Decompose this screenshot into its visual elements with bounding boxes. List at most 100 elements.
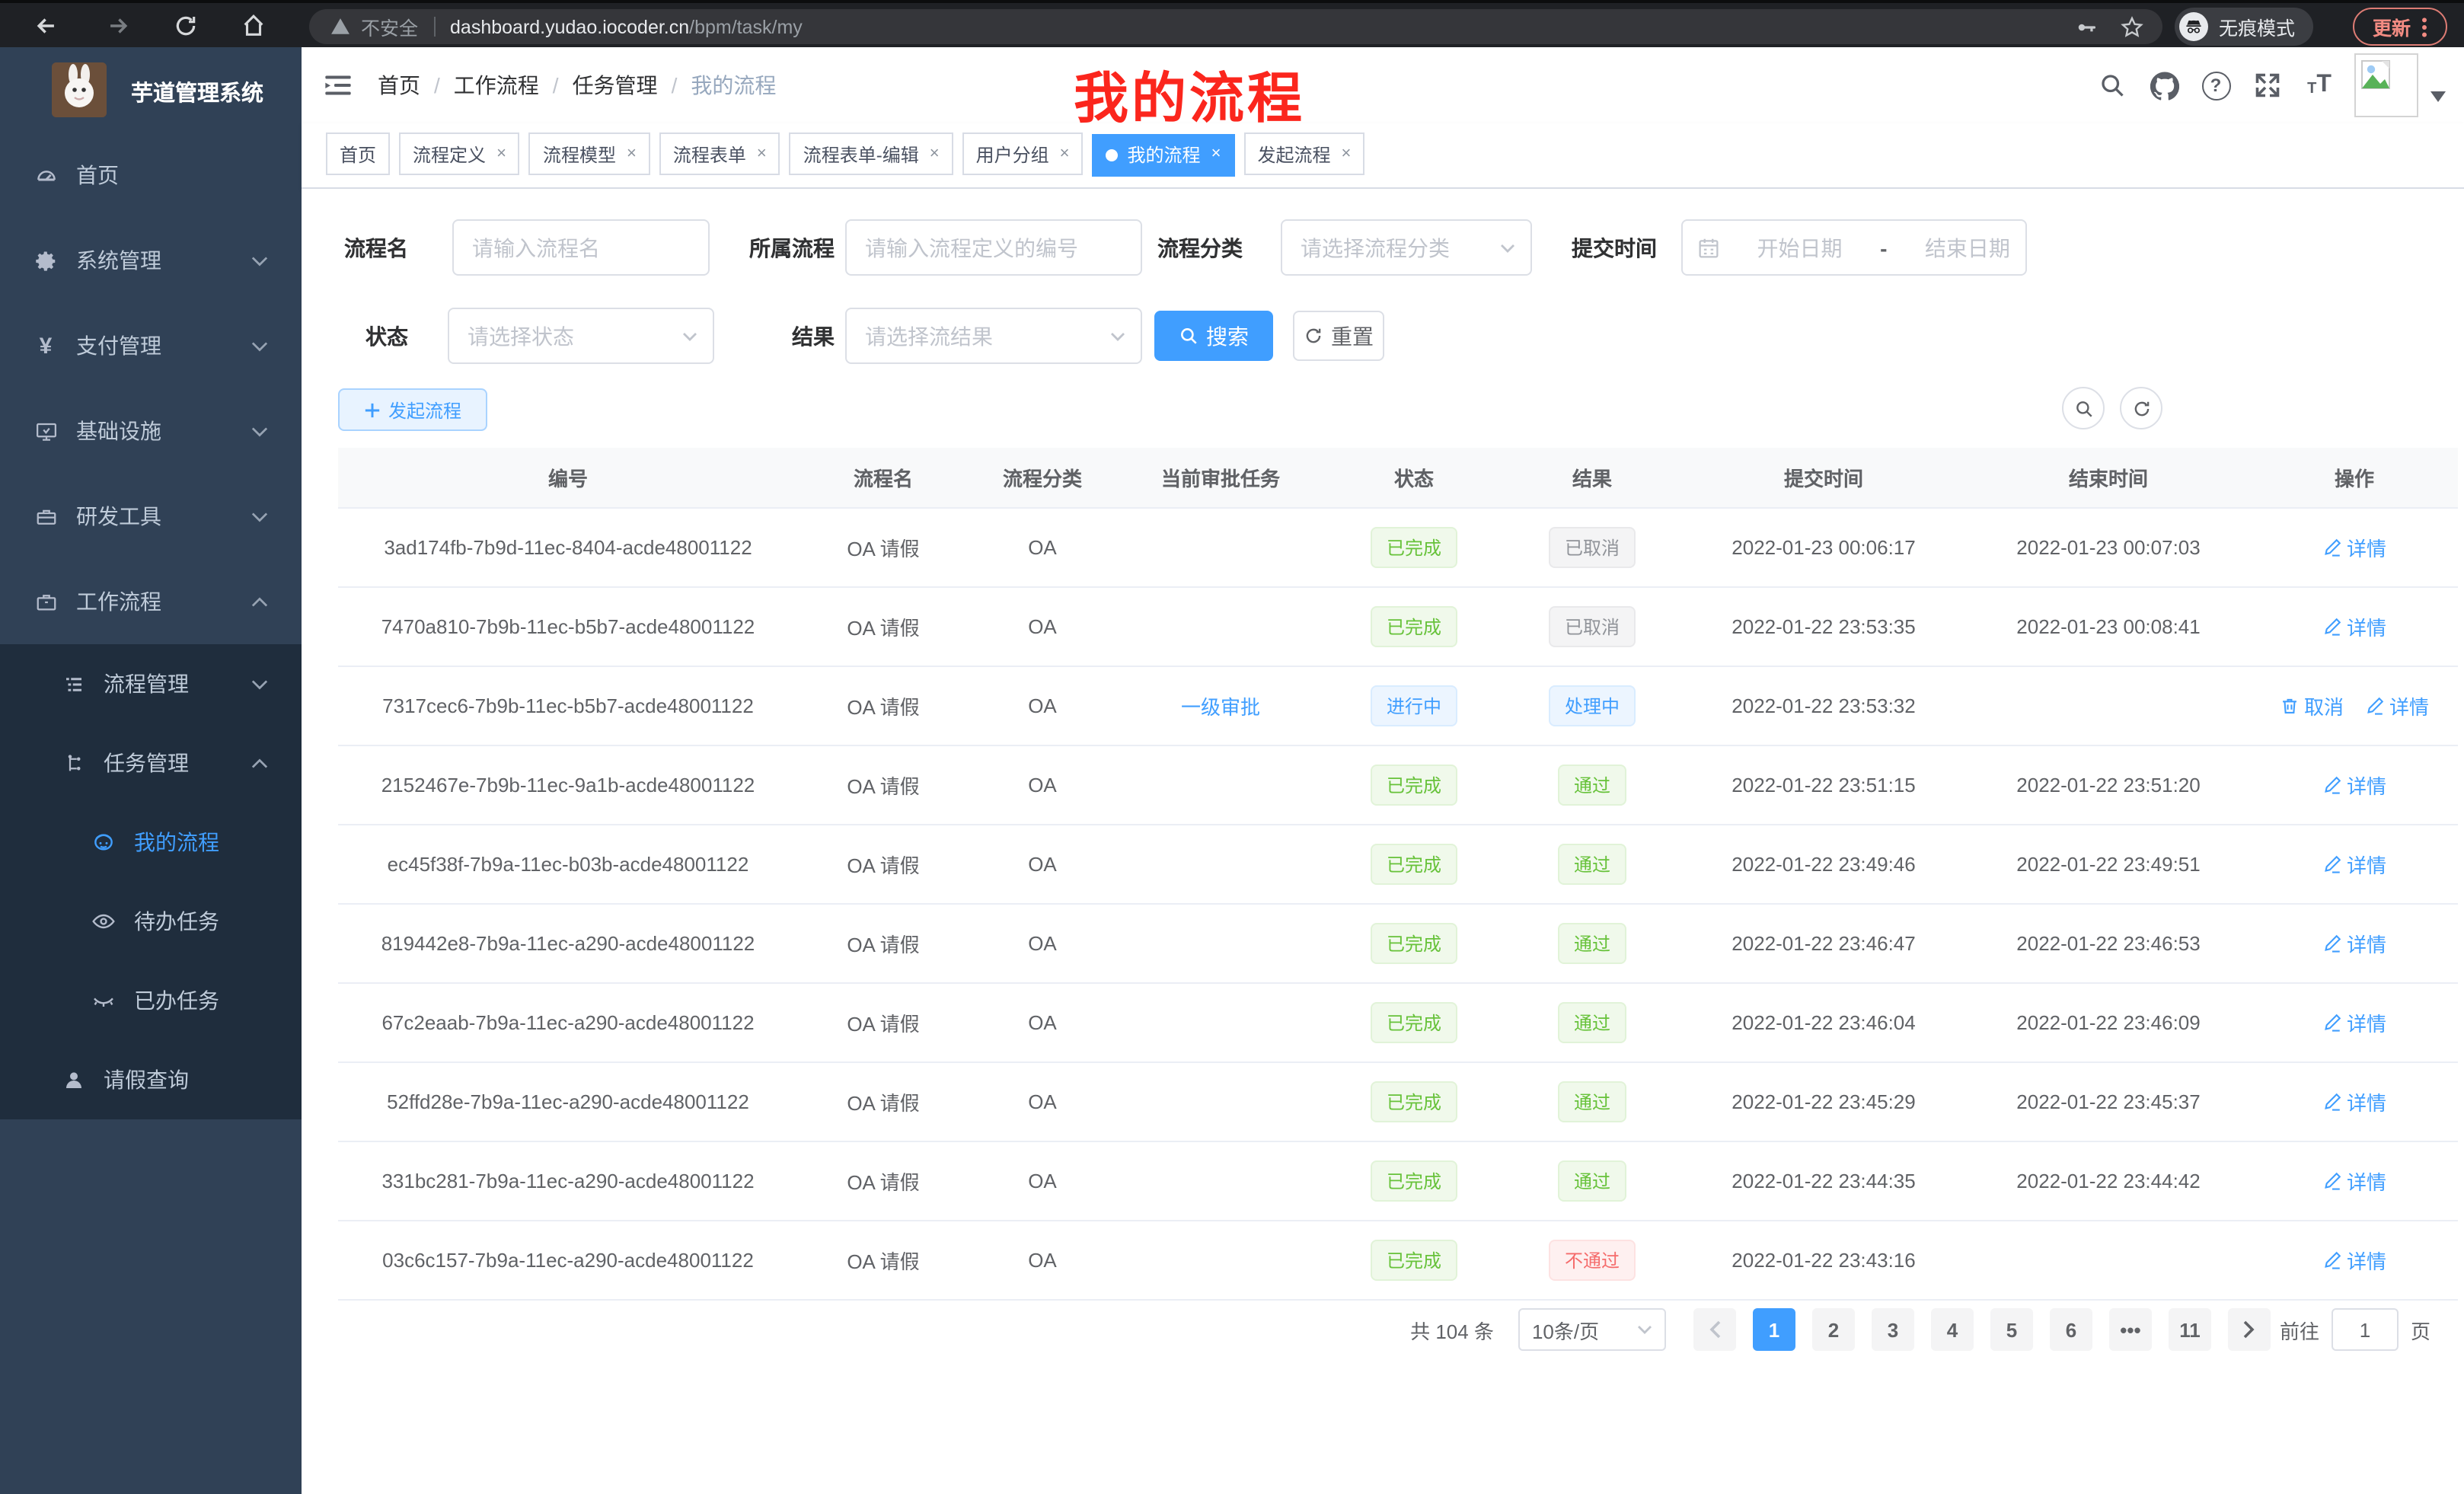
sidebar-item-3[interactable]: 基础设施 <box>0 388 302 474</box>
tab-0[interactable]: 首页 <box>326 132 390 175</box>
status-select[interactable]: 请选择状态 <box>448 308 714 364</box>
sidebar-item-6[interactable]: 流程管理 <box>0 644 302 723</box>
table-search-toggle-icon[interactable] <box>2062 387 2105 429</box>
page-button-6[interactable]: 6 <box>2050 1308 2092 1351</box>
create-process-button[interactable]: 发起流程 <box>338 388 487 431</box>
close-icon[interactable]: × <box>1211 146 1221 163</box>
browser-forward-icon[interactable] <box>105 12 131 38</box>
status-badge: 已完成 <box>1371 844 1457 885</box>
search-button[interactable]: 搜索 <box>1154 311 1273 361</box>
browser-menu-dots-icon[interactable] <box>2421 16 2427 37</box>
browser-update-button[interactable]: 更新 <box>2353 8 2447 46</box>
next-page-button[interactable] <box>2228 1308 2271 1351</box>
app-logo-row[interactable]: 芋道管理系统 <box>0 62 302 120</box>
browser-back-icon[interactable] <box>34 12 59 38</box>
detail-link[interactable]: 详情 <box>2322 1167 2386 1196</box>
incognito-label: 无痕模式 <box>2219 12 2295 41</box>
reset-button[interactable]: 重置 <box>1293 311 1384 361</box>
detail-link[interactable]: 详情 <box>2322 929 2386 958</box>
avatar[interactable] <box>2354 53 2418 117</box>
detail-link[interactable]: 详情 <box>2322 771 2386 800</box>
detail-link[interactable]: 详情 <box>2322 1246 2386 1275</box>
page-button-11[interactable]: 11 <box>2169 1308 2211 1351</box>
sidebar-item-9[interactable]: 待办任务 <box>0 882 302 961</box>
tab-7[interactable]: 发起流程× <box>1243 132 1364 175</box>
browser-reload-icon[interactable] <box>174 13 198 37</box>
detail-link[interactable]: 详情 <box>2322 533 2386 562</box>
submit-time-range[interactable]: 开始日期 - 结束日期 <box>1681 219 2027 276</box>
sidebar-item-7[interactable]: 任务管理 <box>0 723 302 803</box>
tab-2[interactable]: 流程模型× <box>529 132 650 175</box>
address-bar[interactable]: 不安全 dashboard.yudao.iocoder.cn/bpm/task/… <box>309 9 2162 44</box>
goto-page-input[interactable] <box>2332 1308 2399 1351</box>
close-icon[interactable]: × <box>496 145 506 162</box>
font-size-icon[interactable]: TT <box>2293 47 2345 123</box>
prev-page-button[interactable] <box>1693 1308 1736 1351</box>
close-icon[interactable]: × <box>1060 145 1070 162</box>
tab-3[interactable]: 流程表单× <box>659 132 780 175</box>
page-button-2[interactable]: 2 <box>1812 1308 1855 1351</box>
goto-label: 前往 <box>2280 1315 2319 1344</box>
page-button-5[interactable]: 5 <box>1990 1308 2033 1351</box>
chevron-down-icon <box>682 331 697 340</box>
detail-link[interactable]: 详情 <box>2322 1087 2386 1116</box>
bookmark-star-icon[interactable] <box>2120 14 2144 39</box>
table-refresh-icon[interactable] <box>2120 387 2162 429</box>
header-search-icon[interactable] <box>2086 47 2138 123</box>
category-select[interactable]: 请选择流程分类 <box>1281 219 1532 276</box>
close-icon[interactable]: × <box>757 145 767 162</box>
fullscreen-icon[interactable] <box>2242 47 2293 123</box>
github-icon[interactable] <box>2138 47 2190 123</box>
sidebar-item-4[interactable]: 研发工具 <box>0 474 302 559</box>
page-button-4[interactable]: 4 <box>1931 1308 1974 1351</box>
sidebar-toggle-icon[interactable] <box>323 70 353 101</box>
help-icon[interactable]: ? <box>2190 47 2242 123</box>
process-definition-input[interactable] <box>845 219 1142 276</box>
chevron-down-icon <box>1637 1325 1652 1334</box>
status-badge: 已完成 <box>1371 923 1457 964</box>
breadcrumb-workflow[interactable]: 工作流程 <box>454 70 539 101</box>
cell-submit-time: 2022-01-22 23:46:47 <box>1681 904 1966 983</box>
sidebar-item-5[interactable]: 工作流程 <box>0 559 302 644</box>
detail-link[interactable]: 详情 <box>2365 691 2429 720</box>
process-name-input[interactable] <box>452 219 710 276</box>
tab-label: 用户分组 <box>976 141 1049 167</box>
browser-home-icon[interactable] <box>241 12 267 38</box>
password-key-icon[interactable] <box>2074 14 2099 39</box>
sidebar-item-0[interactable]: 首页 <box>0 132 302 218</box>
sidebar-item-10[interactable]: 已办任务 <box>0 961 302 1040</box>
detail-link[interactable]: 详情 <box>2322 612 2386 641</box>
cell-category: OA <box>969 508 1116 587</box>
result-select[interactable]: 请选择流结果 <box>845 308 1142 364</box>
task-link[interactable]: 一级审批 <box>1181 691 1260 720</box>
cancel-link[interactable]: 取消 <box>2280 691 2344 720</box>
detail-link[interactable]: 详情 <box>2322 1008 2386 1037</box>
cell-task <box>1116 983 1325 1062</box>
tab-1[interactable]: 流程定义× <box>399 132 520 175</box>
page-ellipsis-button[interactable]: ••• <box>2109 1308 2152 1351</box>
detail-link[interactable]: 详情 <box>2322 850 2386 879</box>
breadcrumb-home[interactable]: 首页 <box>378 70 420 101</box>
close-icon[interactable]: × <box>930 145 940 162</box>
tab-label: 首页 <box>340 141 376 167</box>
page-button-3[interactable]: 3 <box>1872 1308 1914 1351</box>
sidebar-item-1[interactable]: 系统管理 <box>0 218 302 303</box>
tab-6[interactable]: 我的流程× <box>1093 133 1235 176</box>
tab-4[interactable]: 流程表单-编辑× <box>790 132 953 175</box>
cell-name: OA 请假 <box>798 1221 969 1300</box>
close-icon[interactable]: × <box>1341 145 1351 162</box>
tab-5[interactable]: 用户分组 × <box>962 132 1084 175</box>
page-button-1[interactable]: 1 <box>1753 1308 1795 1351</box>
avatar-caret-icon[interactable] <box>2430 91 2446 101</box>
date-start-placeholder: 开始日期 <box>1757 232 1843 263</box>
close-icon[interactable]: × <box>627 145 637 162</box>
cell-id: 67c2eaab-7b9a-11ec-a290-acde48001122 <box>338 983 798 1062</box>
eye-closed-icon <box>91 988 116 1013</box>
breadcrumb-task[interactable]: 任务管理 <box>573 70 658 101</box>
sidebar-item-8[interactable]: 我的流程 <box>0 803 302 882</box>
page-size-select[interactable]: 10条/页 <box>1518 1308 1666 1351</box>
cell-result: 通过 <box>1503 825 1681 904</box>
cell-id: 819442e8-7b9a-11ec-a290-acde48001122 <box>338 904 798 983</box>
sidebar-item-2[interactable]: ¥支付管理 <box>0 303 302 388</box>
sidebar-item-11[interactable]: 请假查询 <box>0 1040 302 1119</box>
